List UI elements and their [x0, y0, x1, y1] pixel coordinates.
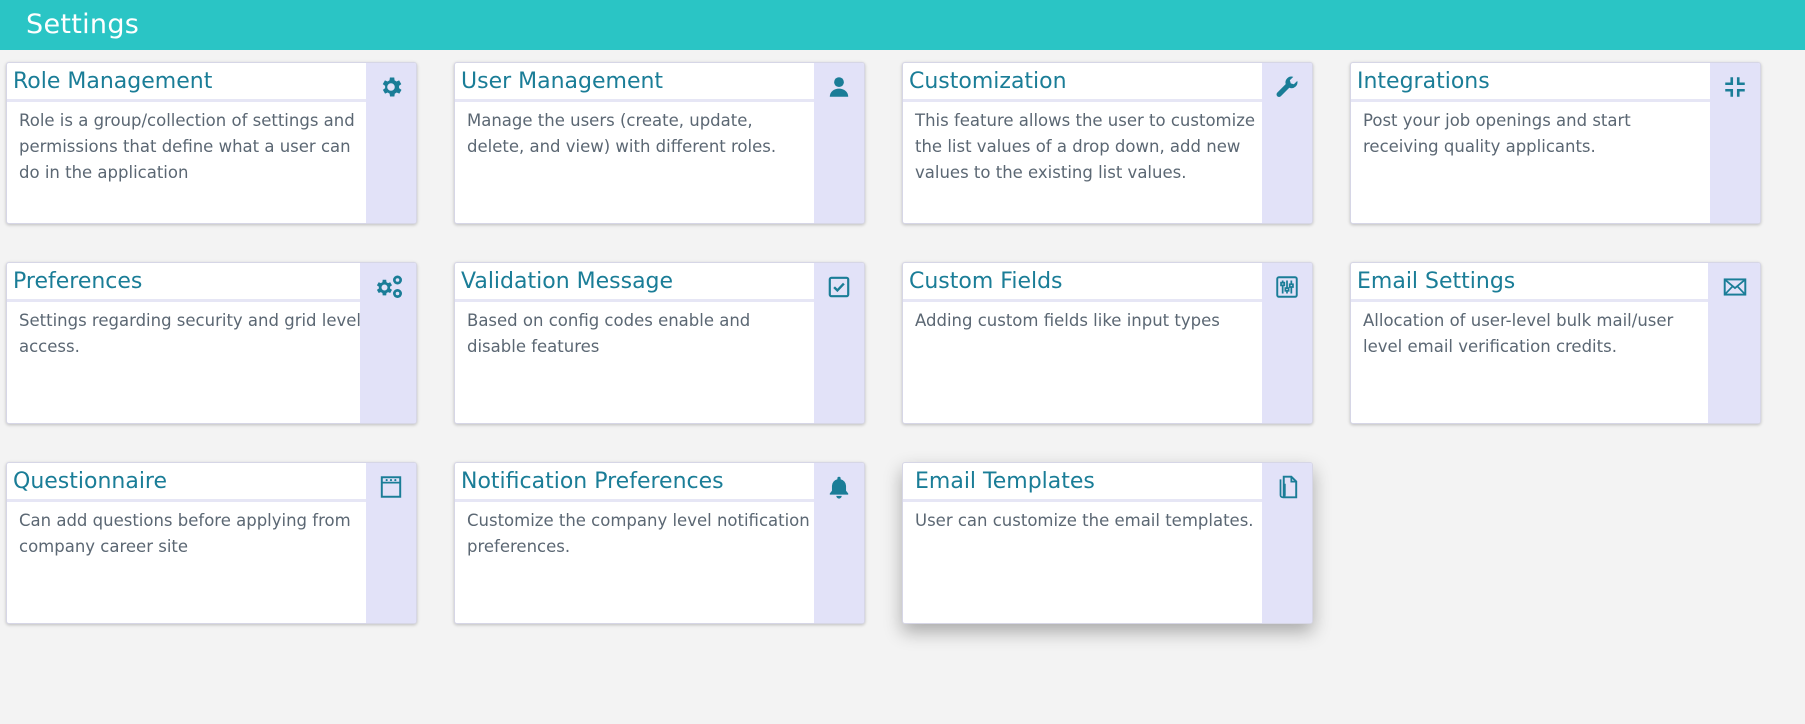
document-icon: [1274, 474, 1300, 500]
page-title: Settings: [26, 9, 140, 40]
card-description: Customize the company level notification…: [467, 511, 810, 556]
card-preferences[interactable]: Preferences Settings regarding security …: [6, 262, 417, 424]
card-notification-preferences[interactable]: Notification Preferences Customize the c…: [454, 462, 865, 624]
card-title: Questionnaire: [13, 469, 168, 494]
card-user-management[interactable]: User Management Manage the users (create…: [454, 62, 865, 224]
card-description: Settings regarding security and grid lev…: [19, 311, 362, 356]
card-email-settings[interactable]: Email Settings Allocation of user-level …: [1350, 262, 1761, 424]
card-questionnaire[interactable]: Questionnaire Can add questions before a…: [6, 462, 417, 624]
card-description: Manage the users (create, update, delete…: [467, 111, 777, 156]
wrench-icon: [1274, 74, 1300, 100]
card-description: Can add questions before applying from c…: [19, 511, 351, 556]
card-description: Adding custom fields like input types: [915, 311, 1220, 330]
card-title: Notification Preferences: [461, 469, 724, 494]
card-description: User can customize the email templates.: [915, 511, 1254, 530]
card-role-management[interactable]: Role Management Role is a group/collecti…: [6, 62, 417, 224]
card-description: Based on config codes enable and disable…: [467, 311, 751, 356]
card-title: Integrations: [1357, 69, 1490, 94]
card-header: Integrations: [1351, 63, 1710, 102]
envelope-icon: [1722, 274, 1748, 300]
sliders-icon: [1274, 274, 1300, 300]
card-title: Validation Message: [461, 269, 674, 294]
card-title: Email Templates: [915, 469, 1095, 494]
card-header: Custom Fields: [903, 263, 1262, 302]
card-header: Email Settings: [1351, 263, 1710, 302]
card-title: User Management: [461, 69, 664, 94]
compress-icon: [1722, 74, 1748, 100]
bell-icon: [826, 474, 852, 500]
card-title: Custom Fields: [909, 269, 1063, 294]
card-title: Preferences: [13, 269, 143, 294]
card-header: Notification Preferences: [455, 463, 814, 502]
card-header: Role Management: [7, 63, 366, 102]
card-custom-fields[interactable]: Custom Fields Adding custom fields like …: [902, 262, 1313, 424]
card-title: Customization: [909, 69, 1067, 94]
card-header: Preferences: [7, 263, 366, 302]
card-title: Email Settings: [1357, 269, 1516, 294]
card-validation-message[interactable]: Validation Message Based on config codes…: [454, 262, 865, 424]
card-description: Allocation of user-level bulk mail/user …: [1363, 311, 1674, 356]
card-header: Email Templates: [903, 463, 1262, 502]
card-header: Customization: [903, 63, 1262, 102]
card-description: Role is a group/collection of settings a…: [19, 111, 355, 182]
card-integrations[interactable]: Integrations Post your job openings and …: [1350, 62, 1761, 224]
card-header: User Management: [455, 63, 814, 102]
card-header: Questionnaire: [7, 463, 366, 502]
gears-icon: [372, 274, 404, 300]
card-description: Post your job openings and start receivi…: [1363, 111, 1631, 156]
check-square-icon: [826, 274, 852, 300]
card-description: This feature allows the user to customiz…: [915, 111, 1256, 182]
user-icon: [826, 74, 852, 100]
notepad-icon: [378, 474, 404, 500]
card-header: Validation Message: [455, 263, 814, 302]
settings-grid: Role Management Role is a group/collecti…: [6, 62, 1761, 624]
card-email-templates[interactable]: Email Templates User can customize the e…: [902, 462, 1313, 624]
card-title: Role Management: [13, 69, 213, 94]
header-bar: Settings: [0, 0, 1805, 50]
card-customization[interactable]: Customization This feature allows the us…: [902, 62, 1313, 224]
gear-icon: [378, 74, 404, 100]
